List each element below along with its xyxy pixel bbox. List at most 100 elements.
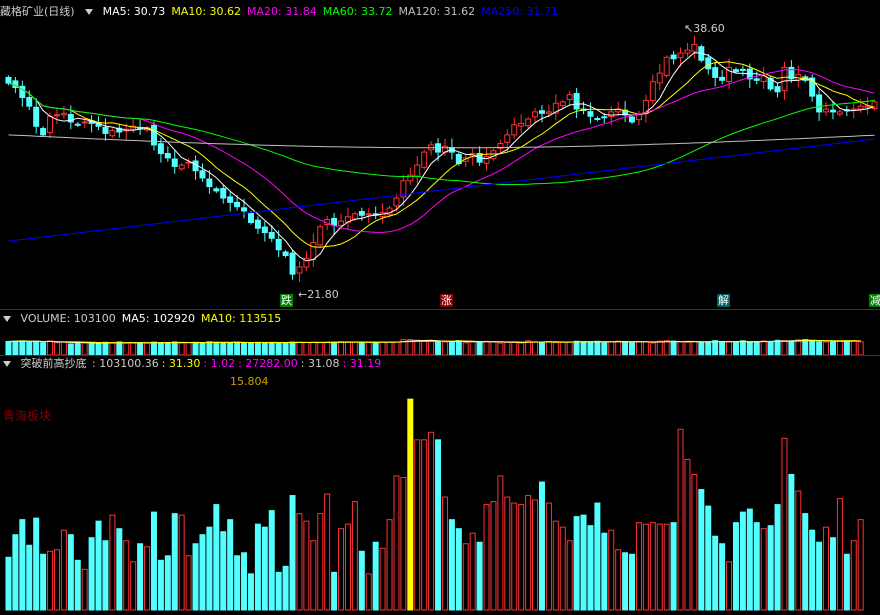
- candle-body: [261, 226, 268, 234]
- indicator-bar: [836, 498, 843, 611]
- volume-bar: [192, 341, 199, 355]
- expand-triangle-icon[interactable]: [3, 360, 11, 367]
- volume-bar: [594, 340, 601, 355]
- volume-bar: [185, 342, 192, 355]
- volume-bar: [760, 340, 767, 355]
- candle-body: [829, 109, 836, 113]
- event-marker[interactable]: 涨: [440, 294, 453, 307]
- candle-body: [338, 220, 345, 226]
- indicator-bar: [552, 520, 559, 611]
- candle-body: [545, 111, 552, 114]
- indicator-bar: [580, 514, 587, 611]
- candle-body: [171, 158, 178, 167]
- indicator-bar: [594, 502, 601, 611]
- volume-bar: [857, 341, 864, 355]
- indicator-bar: [241, 552, 248, 611]
- candle-body: [823, 108, 830, 113]
- candle-body: [753, 78, 760, 81]
- indicator-bar: [227, 519, 234, 611]
- expand-triangle-icon[interactable]: [3, 315, 11, 322]
- candle-body: [150, 124, 157, 146]
- candle-body: [414, 164, 421, 177]
- indicator-bar: [476, 541, 483, 611]
- volume-bar: [622, 340, 629, 355]
- volume-ma10-line: [8, 340, 861, 344]
- chart-window: { "price_panel": { "title": "藏格矿业(日线)", …: [0, 0, 880, 615]
- volume-bar: [649, 342, 656, 355]
- volume-bar: [732, 341, 739, 355]
- volume-bar: [317, 342, 324, 355]
- indicator-bar: [545, 502, 552, 611]
- volume-bar: [60, 341, 67, 355]
- volume-bar: [53, 342, 60, 355]
- indicator-bar: [365, 573, 372, 611]
- indicator-bar: [448, 519, 455, 611]
- candle-body: [47, 115, 54, 134]
- event-marker[interactable]: 减: [869, 294, 880, 307]
- volume-bar: [823, 341, 830, 355]
- indicator-bar: [629, 553, 636, 611]
- candle-body: [5, 76, 12, 84]
- indicator-bar: [206, 526, 213, 611]
- candle-body: [601, 116, 608, 119]
- volume-bar: [379, 341, 386, 355]
- candle-body: [857, 105, 864, 110]
- indicator-bar: [719, 543, 726, 611]
- volume-bar: [712, 340, 719, 355]
- indicator-bar: [137, 543, 144, 611]
- indicator-bar: [192, 543, 199, 611]
- volume-bar: [171, 341, 178, 355]
- volume-bar: [220, 342, 227, 355]
- volume-bar: [164, 341, 171, 355]
- volume-bar: [746, 341, 753, 355]
- candle-body: [836, 111, 843, 115]
- indicator-bar: [247, 573, 254, 611]
- indicator-bar: [95, 520, 102, 611]
- legend-value: VOLUME: 103100: [20, 312, 116, 325]
- volume-bar: [511, 341, 518, 355]
- candle-body: [656, 72, 663, 84]
- indicator-bar: [144, 546, 151, 611]
- volume-bar: [116, 341, 123, 355]
- volume-bar: [421, 340, 428, 355]
- indicator-bar: [691, 473, 698, 611]
- volume-bar: [358, 341, 365, 355]
- indicator-bar: [483, 504, 490, 611]
- candle-body: [358, 211, 365, 216]
- indicator-bar: [19, 519, 26, 611]
- volume-bar: [802, 339, 809, 355]
- volume-bar: [753, 341, 760, 355]
- indicator-bar: [816, 541, 823, 611]
- volume-bar: [836, 340, 843, 355]
- indicator-bar: [261, 526, 268, 611]
- candle-body: [483, 155, 490, 164]
- indicator-bar: [518, 504, 525, 611]
- candle-body: [268, 232, 275, 239]
- indicator-bar: [760, 528, 767, 611]
- volume-bar: [552, 342, 559, 355]
- volume-bar: [150, 341, 157, 355]
- candle-body: [310, 242, 317, 261]
- indicator-bar: [199, 534, 206, 611]
- indicator-bar: [130, 561, 137, 611]
- event-marker[interactable]: 跌: [280, 294, 293, 307]
- indicator-bar: [573, 516, 580, 611]
- candle-body: [164, 153, 171, 159]
- indicator-bar: [358, 550, 365, 611]
- indicator-bar: [767, 525, 774, 611]
- volume-bar: [615, 340, 622, 355]
- candle-body: [178, 164, 185, 170]
- indicator-bar: [601, 532, 608, 611]
- candle-body: [282, 251, 289, 256]
- indicator-bar: [504, 496, 511, 611]
- indicator-bar: [455, 528, 462, 611]
- ma5-line: [8, 52, 875, 262]
- indicator-bar: [469, 532, 476, 611]
- event-marker[interactable]: 解: [717, 294, 730, 307]
- indicator-bar: [559, 526, 566, 611]
- volume-bar: [344, 341, 351, 355]
- candle-body: [102, 126, 109, 134]
- volume-bar: [137, 342, 144, 355]
- indicator-bar: [379, 547, 386, 611]
- candle-body: [247, 212, 254, 223]
